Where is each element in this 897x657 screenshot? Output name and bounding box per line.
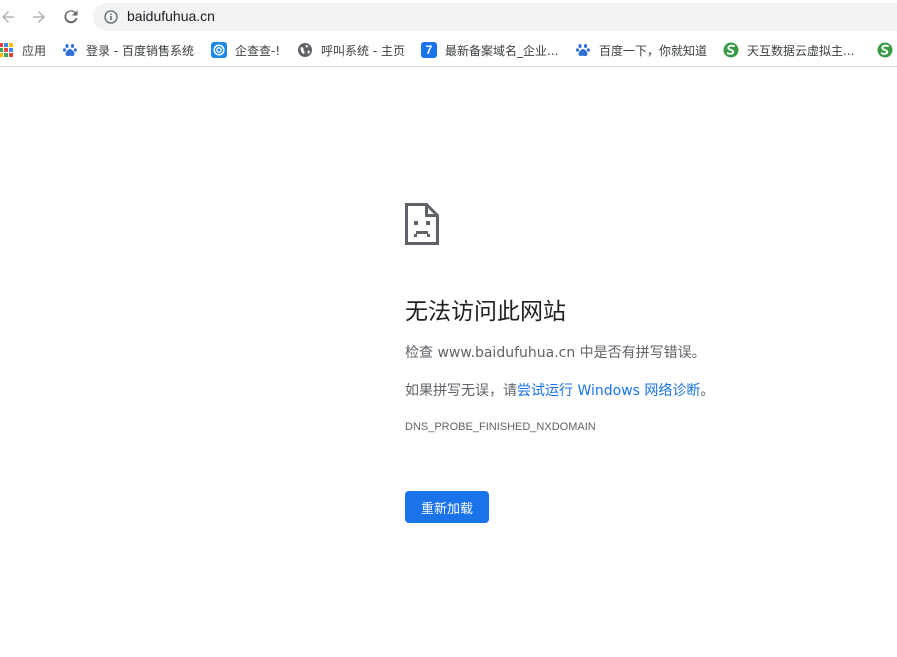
network-diagnostics-link[interactable]: 尝试运行 Windows 网络诊断 [517, 383, 700, 399]
bookmark-item[interactable]: 百度一下，你就知道 [575, 34, 707, 66]
bookmark-label: 百度一下，你就知道 [599, 43, 708, 58]
address-url[interactable]: baidufuhua.cn [127, 8, 215, 24]
page-title: 无法访问此网站 [405, 299, 566, 325]
reload-button[interactable]: 重新加载 [405, 491, 489, 523]
diagnose-hint-suffix: 。 [700, 383, 715, 399]
spelling-hint-prefix: 检查 [405, 345, 438, 361]
bookmark-item[interactable]: 7 最新备案域名_企业... [421, 34, 558, 66]
baidu-paw-icon [575, 42, 591, 58]
seven-glyph: 7 [421, 42, 437, 58]
info-icon[interactable] [104, 10, 118, 24]
arrow-left-icon [2, 11, 14, 23]
bookmark-label: 企查查-! [235, 43, 281, 58]
baidu-paw-icon [62, 42, 78, 58]
bookmark-item[interactable] [877, 34, 897, 66]
reload-nav-button[interactable] [59, 5, 83, 29]
back-button[interactable] [0, 5, 20, 29]
address-bar[interactable]: baidufuhua.cn [93, 3, 897, 31]
bookmark-label: 天互数据云虚拟主... [747, 43, 855, 58]
arrow-right-icon [33, 11, 45, 23]
diagnose-hint: 如果拼写无误，请尝试运行 Windows 网络诊断。 [405, 380, 714, 400]
bookmark-apps[interactable]: 应用 [0, 34, 46, 66]
diagnose-hint-prefix: 如果拼写无误，请 [405, 383, 517, 399]
bookmarks-bar: 应用 登录 - 百度销售系统 企查查-! 呼叫系统 - 主页 7 最新备案域名_… [0, 34, 897, 67]
globe-icon [297, 42, 313, 58]
bookmark-item[interactable]: 天互数据云虚拟主... [723, 34, 854, 66]
spelling-hint: 检查 www.baidufuhua.cn 中是否有拼写错误。 [405, 342, 706, 362]
error-code: DNS_PROBE_FINISHED_NXDOMAIN [405, 421, 596, 433]
forward-button[interactable] [27, 5, 51, 29]
tianhu-icon [877, 42, 893, 58]
tianhu-icon [723, 42, 739, 58]
bookmark-apps-label: 应用 [22, 43, 47, 58]
qichacha-icon [211, 42, 227, 58]
domain-name: www.baidufuhua.cn [437, 345, 576, 361]
bookmark-label: 登录 - 百度销售系统 [86, 43, 194, 58]
apps-grid-icon [0, 42, 14, 58]
bookmark-item[interactable]: 登录 - 百度销售系统 [62, 34, 194, 66]
reload-icon [64, 10, 78, 24]
browser-toolbar: baidufuhua.cn [0, 0, 897, 34]
bookmark-label: 最新备案域名_企业... [445, 43, 559, 58]
bookmark-item[interactable]: 企查查-! [211, 34, 280, 66]
spelling-hint-suffix: 中是否有拼写错误。 [575, 345, 706, 361]
bookmark-item[interactable]: 呼叫系统 - 主页 [297, 34, 405, 66]
sad-page-icon [405, 203, 439, 245]
seven-icon: 7 [421, 42, 437, 58]
bookmark-label: 呼叫系统 - 主页 [321, 43, 405, 58]
